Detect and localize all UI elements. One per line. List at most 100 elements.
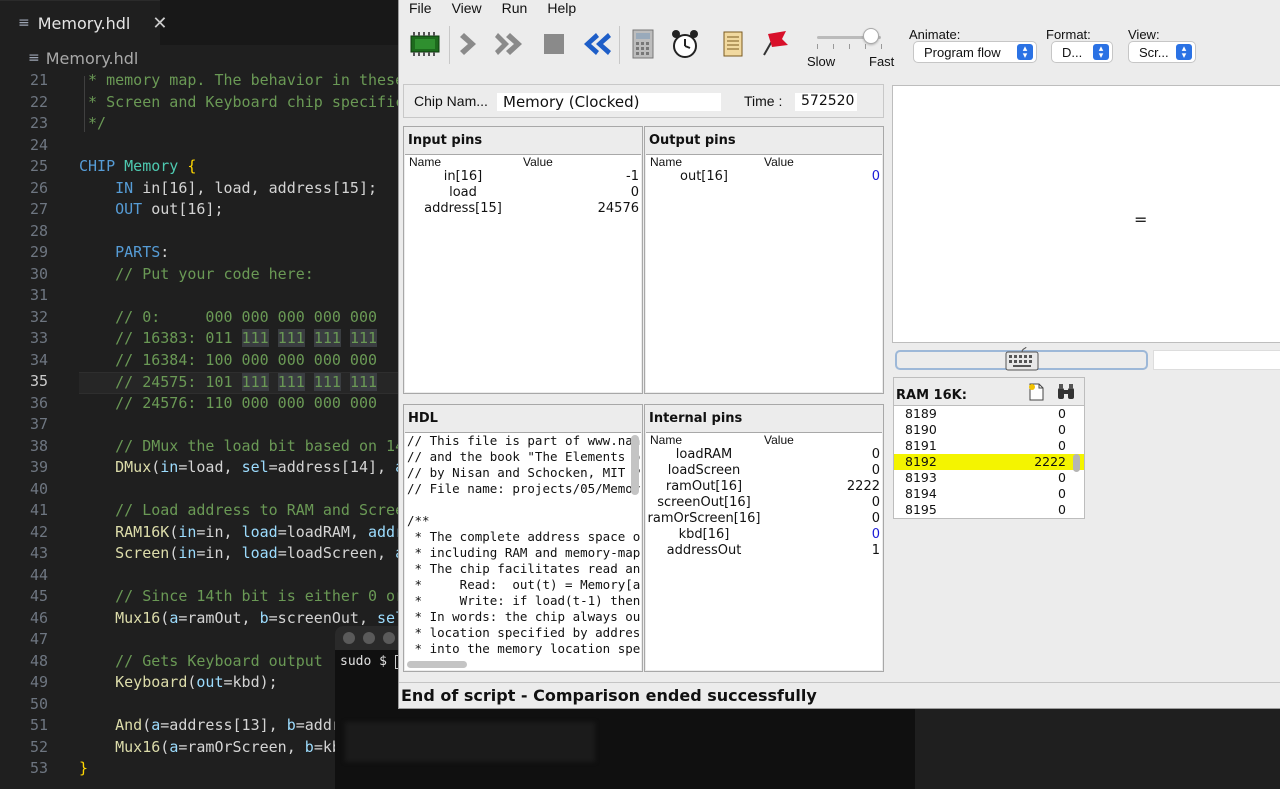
pin-value[interactable]: 0 xyxy=(872,527,880,542)
internal-pins-table[interactable]: Name Value loadRAM 0 loadScreen 0 ramOut[16]… xyxy=(646,432,882,670)
pin-value[interactable]: -1 xyxy=(626,169,639,184)
name-column-header: Name xyxy=(650,433,683,447)
pin-row[interactable]: out[16] 0 xyxy=(646,169,882,185)
pin-value[interactable]: 0 xyxy=(872,463,880,478)
line-number: 35 xyxy=(29,372,48,390)
view-label: View: xyxy=(1128,27,1160,42)
table-header: Name Value xyxy=(405,155,641,169)
code-line: // 0: 000 000 000 000 000 xyxy=(115,307,378,326)
chip-name-field: Memory (Clocked) xyxy=(497,93,721,111)
breadcrumb-file[interactable]: Memory.hdl xyxy=(46,49,139,68)
pin-row[interactable]: loadRAM 0 xyxy=(646,447,882,463)
single-step-button[interactable] xyxy=(453,26,489,62)
line-number: 31 xyxy=(29,286,48,304)
hdl-vertical-scrollbar[interactable] xyxy=(631,435,639,495)
pin-row[interactable]: in[16] -1 xyxy=(405,169,641,185)
ram-value[interactable]: 0 xyxy=(1058,438,1066,453)
ram-value[interactable]: 0 xyxy=(1058,406,1066,421)
line-number: 36 xyxy=(29,393,48,412)
pin-value[interactable]: 0 xyxy=(872,511,880,526)
status-bar: End of script - Comparison ended success… xyxy=(399,682,1280,708)
terminal-prompt-text: sudo $ xyxy=(340,654,387,669)
binoculars-icon[interactable] xyxy=(1056,382,1076,402)
line-number: 26 xyxy=(29,178,48,197)
pin-name: load xyxy=(449,185,477,200)
speed-tick xyxy=(817,44,818,49)
pin-row[interactable]: addressOut 1 xyxy=(646,543,882,559)
ram-row[interactable]: 8190 0 xyxy=(894,422,1084,438)
close-window-button[interactable] xyxy=(343,632,355,644)
pin-row[interactable]: screenOut[16] 0 xyxy=(646,495,882,511)
pin-value[interactable]: 0 xyxy=(872,495,880,510)
format-select[interactable]: D... ▴ ▾ xyxy=(1052,42,1112,62)
pin-value[interactable]: 0 xyxy=(872,447,880,462)
ram-row[interactable]: 8191 0 xyxy=(894,438,1084,454)
input-pins-title: Input pins xyxy=(408,133,483,148)
keyboard-icon[interactable] xyxy=(1005,346,1039,372)
ram-title: RAM 16K: xyxy=(896,388,967,403)
close-icon[interactable]: ✕ xyxy=(152,13,167,34)
pin-row[interactable]: kbd[16] 0 xyxy=(646,527,882,543)
ram-table[interactable]: 8189 0 8190 0 8191 0 8192 2222 8193 0 8194 0 8195 0 xyxy=(894,405,1084,518)
minimize-window-button[interactable] xyxy=(363,632,375,644)
ram-address: 8192 xyxy=(905,454,937,469)
load-script-button[interactable] xyxy=(715,26,751,62)
output-pins-table[interactable]: Name Value out[16] 0 xyxy=(646,154,882,392)
ram-value[interactable]: 0 xyxy=(1058,422,1066,437)
hdl-title: HDL xyxy=(408,411,438,426)
ram-value[interactable]: 0 xyxy=(1058,502,1066,517)
menu-file[interactable]: File xyxy=(399,0,442,18)
code-line: // 16383: 011 111 111 111 111 xyxy=(115,329,378,347)
pin-value[interactable]: 0 xyxy=(872,169,880,184)
ram-value[interactable]: 0 xyxy=(1058,486,1066,501)
ram-row-selected[interactable]: 8192 2222 xyxy=(894,454,1084,470)
red-flag-icon xyxy=(763,31,788,56)
line-number: 50 xyxy=(29,694,48,713)
ram-value[interactable]: 2222 xyxy=(1034,454,1066,469)
pin-row[interactable]: ramOrScreen[16] 0 xyxy=(646,511,882,527)
line-number: 47 xyxy=(29,630,48,648)
run-button[interactable] xyxy=(493,26,529,62)
stop-button[interactable] xyxy=(536,26,572,62)
ram-value[interactable]: 0 xyxy=(1058,470,1066,485)
pin-row[interactable]: load 0 xyxy=(405,185,641,201)
speed-tick xyxy=(833,44,834,49)
pin-value[interactable]: 1 xyxy=(872,543,880,558)
view-select[interactable]: Scr... ▴ ▾ xyxy=(1129,42,1195,62)
animate-select[interactable]: Program flow ▴ ▾ xyxy=(914,42,1036,62)
speed-slider[interactable]: Slow Fast xyxy=(803,24,894,69)
pin-value[interactable]: 24576 xyxy=(598,201,639,216)
hdl-text-area[interactable]: // This file is part of www.nanc // and … xyxy=(405,432,641,670)
ram-row[interactable]: 8193 0 xyxy=(894,470,1084,486)
ram-row[interactable]: 8194 0 xyxy=(894,486,1084,502)
ram-address: 8193 xyxy=(905,470,937,485)
line-number-gutter: 21 22 23 24 25 26 27 28 29 30 31 32 33 34 35 36 37 38 39 40… xyxy=(0,71,60,781)
reset-button[interactable] xyxy=(577,26,613,62)
load-chip-button[interactable] xyxy=(407,26,443,62)
menu-view[interactable]: View xyxy=(442,0,492,18)
eval-button[interactable] xyxy=(625,26,661,62)
load-file-icon[interactable] xyxy=(1026,382,1046,402)
line-number: 21 xyxy=(29,71,48,89)
pin-value[interactable]: 0 xyxy=(631,185,639,200)
pin-row[interactable]: loadScreen 0 xyxy=(646,463,882,479)
speed-slider-knob[interactable] xyxy=(863,28,880,44)
code-line: RAM16K(in=in, load=loadRAM, addre xyxy=(115,522,409,541)
code-line: * Screen and Keyboard chip specifica xyxy=(88,92,409,111)
pin-value[interactable]: 2222 xyxy=(847,479,880,494)
ram-row[interactable]: 8189 0 xyxy=(894,406,1084,422)
hdl-horizontal-scrollbar[interactable] xyxy=(407,661,467,668)
editor-tab-memory-hdl[interactable]: ≡ Memory.hdl ✕ xyxy=(0,0,167,45)
pin-row[interactable]: address[15] 24576 xyxy=(405,201,641,217)
menu-run[interactable]: Run xyxy=(492,0,538,18)
breakpoints-button[interactable] xyxy=(757,26,793,62)
pin-row[interactable]: ramOut[16] 2222 xyxy=(646,479,882,495)
menu-help[interactable]: Help xyxy=(537,0,586,18)
ram-scrollbar[interactable] xyxy=(1073,454,1080,472)
ram-row[interactable]: 8195 0 xyxy=(894,502,1084,518)
input-pins-table[interactable]: Name Value in[16] -1 load 0 address[15] 24576 xyxy=(405,154,641,392)
zoom-window-button[interactable] xyxy=(383,632,395,644)
tick-tock-button[interactable] xyxy=(667,26,703,62)
output-pins-title: Output pins xyxy=(649,133,736,148)
